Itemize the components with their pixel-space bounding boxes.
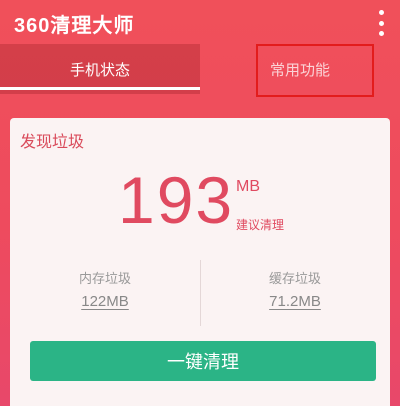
cache-junk-label: 缓存垃圾 <box>268 272 321 287</box>
app-title: 360清理大师 <box>14 15 135 37</box>
cache-junk-stat: 缓存垃圾 71.2MB <box>200 268 390 310</box>
more-vertical-icon[interactable] <box>376 10 386 36</box>
menu-dot <box>378 20 384 26</box>
junk-total-unit: MB <box>236 178 260 195</box>
tab-label: 手机状态 <box>69 60 130 79</box>
menu-dot <box>378 31 384 36</box>
memory-junk-stat: 内存垃圾 122MB <box>10 268 200 310</box>
highlight-annotation-box <box>256 44 374 97</box>
tab-phone-status[interactable]: 手机状态 <box>0 44 200 94</box>
junk-total-value: 193 <box>118 163 235 237</box>
one-click-clean-button[interactable]: 一键清理 <box>30 341 376 381</box>
card-title: 发现垃圾 <box>20 132 85 151</box>
memory-junk-value[interactable]: 122MB <box>81 293 129 310</box>
app-header: 360清理大师 <box>0 0 400 44</box>
memory-junk-label: 内存垃圾 <box>78 272 131 287</box>
junk-summary-card: 发现垃圾 193 MB 建议清理 内存垃圾 122MB 缓存垃圾 71.2MB … <box>10 118 390 406</box>
menu-dot <box>378 10 384 15</box>
cache-junk-value[interactable]: 71.2MB <box>269 293 321 310</box>
suggest-clean-label: 建议清理 <box>236 218 285 232</box>
tab-active-indicator <box>0 87 200 90</box>
